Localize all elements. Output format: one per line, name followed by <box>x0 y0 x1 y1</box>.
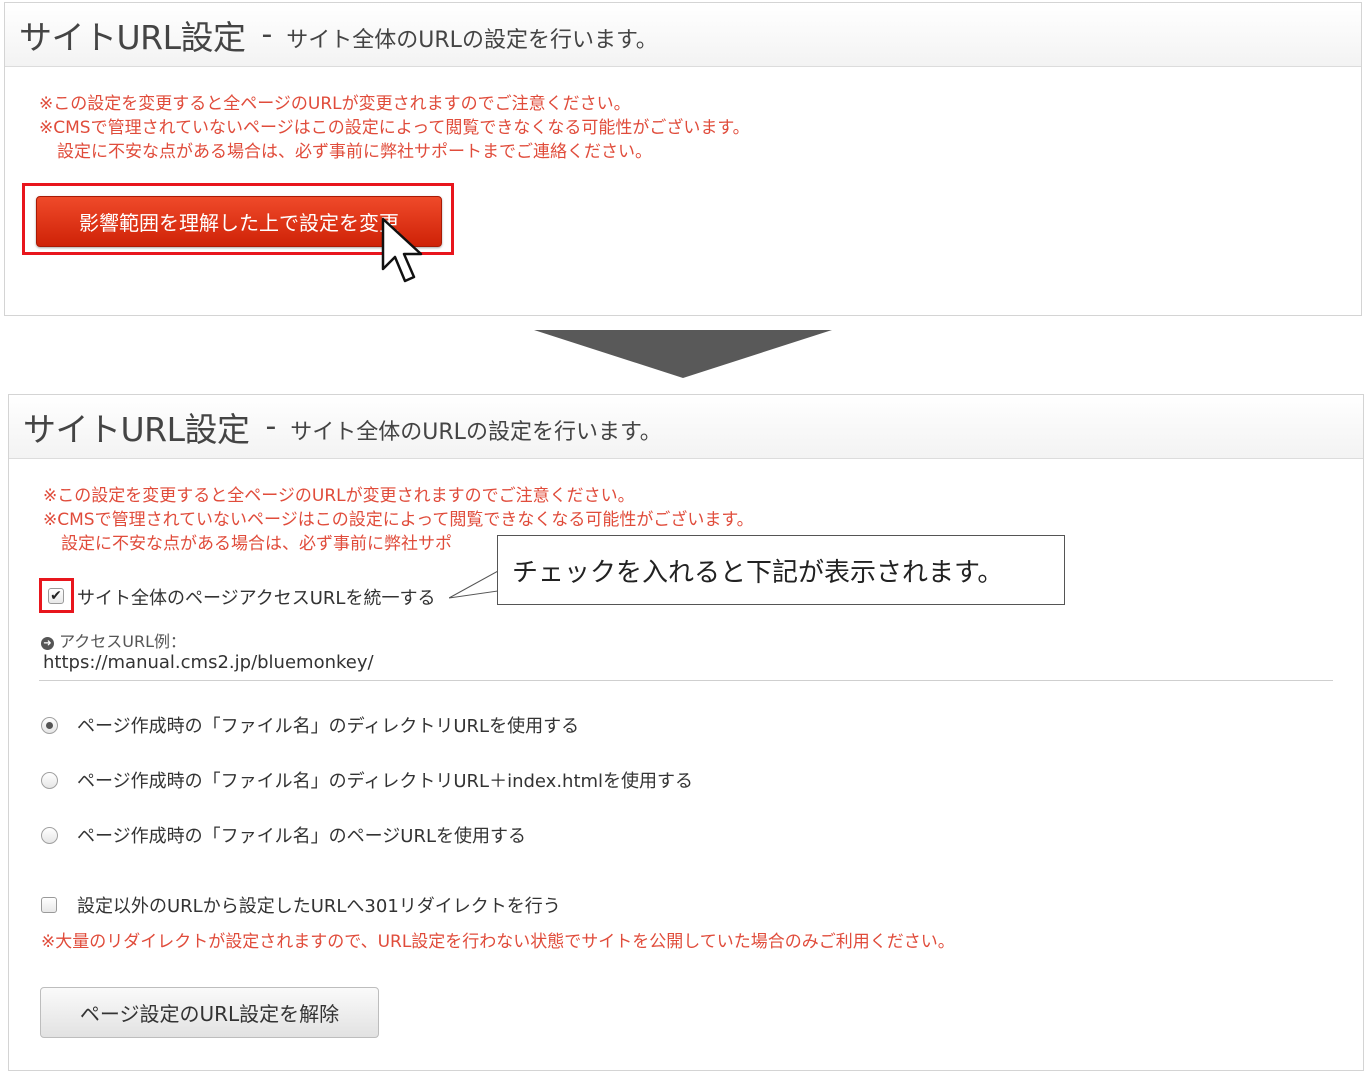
divider <box>39 680 1333 681</box>
warning-line: 設定に不安な点がある場合は、必ず事前に弊社サポートまでご連絡ください。 <box>57 142 652 162</box>
circle-arrow-right-icon: ➜ <box>41 637 54 650</box>
page-subtitle: サイト全体のURLの設定を行います。 <box>286 27 658 53</box>
callout-text: チェックを入れると下記が表示されます。 <box>512 557 1004 588</box>
settings-panel-after: サイトURL設定 - サイト全体のURLの設定を行います。 ※この設定を変更する… <box>8 394 1364 1071</box>
title-separator: - <box>265 409 277 444</box>
radio-label: ページ作成時の「ファイル名」のページURLを使用する <box>77 826 526 847</box>
title-separator: - <box>261 17 273 52</box>
unify-url-label: サイト全体のページアクセスURLを統一する <box>77 588 436 609</box>
access-url-label: アクセスURL例： <box>59 632 187 651</box>
page-title: サイトURL設定 <box>19 17 246 57</box>
radio-page-url[interactable] <box>41 827 58 844</box>
warning-text: ※この設定を変更すると全ページのURLが変更されますのでご注意ください。 ※CM… <box>39 92 750 164</box>
callout-pointer <box>449 571 499 599</box>
access-url-heading: ➜ アクセスURL例： <box>41 628 186 652</box>
warning-line: ※この設定を変更すると全ページのURLが変更されますのでご注意ください。 <box>39 94 631 114</box>
warning-line: ※CMSで管理されていないページはこの設定によって閲覧できなくなる可能性がござい… <box>43 510 754 530</box>
access-url-value: https://manual.cms2.jp/bluemonkey/ <box>43 652 374 673</box>
page-subtitle: サイト全体のURLの設定を行います。 <box>290 419 662 445</box>
redirect-label: 設定以外のURLから設定したURLへ301リダイレクトを行う <box>77 896 561 917</box>
redirect-checkbox[interactable] <box>41 897 57 913</box>
redirect-warning: ※大量のリダイレクトが設定されますので、URL設定を行わない状態でサイトを公開し… <box>41 932 955 952</box>
radio-label: ページ作成時の「ファイル名」のディレクトリURLを使用する <box>77 716 580 737</box>
arrow-pointer-icon <box>381 217 423 283</box>
warning-line: ※この設定を変更すると全ページのURLが変更されますのでご注意ください。 <box>43 486 635 506</box>
unify-url-checkbox[interactable]: ✔ <box>48 588 64 604</box>
radio-directory-index-url[interactable] <box>41 772 58 789</box>
radio-directory-url[interactable] <box>41 717 58 734</box>
page-title: サイトURL設定 <box>23 409 250 449</box>
radio-label: ページ作成時の「ファイル名」のディレクトリURL＋index.htmlを使用する <box>77 771 694 792</box>
panel-header: サイトURL設定 - サイト全体のURLの設定を行います。 <box>5 3 1361 67</box>
warning-line: ※CMSで管理されていないページはこの設定によって閲覧できなくなる可能性がござい… <box>39 118 750 138</box>
callout-box: チェックを入れると下記が表示されます。 <box>497 535 1065 605</box>
settings-panel-before: サイトURL設定 - サイト全体のURLの設定を行います。 ※この設定を変更する… <box>4 2 1362 316</box>
release-url-settings-button[interactable]: ページ設定のURL設定を解除 <box>40 987 379 1038</box>
panel-header: サイトURL設定 - サイト全体のURLの設定を行います。 <box>9 395 1363 459</box>
down-triangle-icon <box>534 330 832 378</box>
